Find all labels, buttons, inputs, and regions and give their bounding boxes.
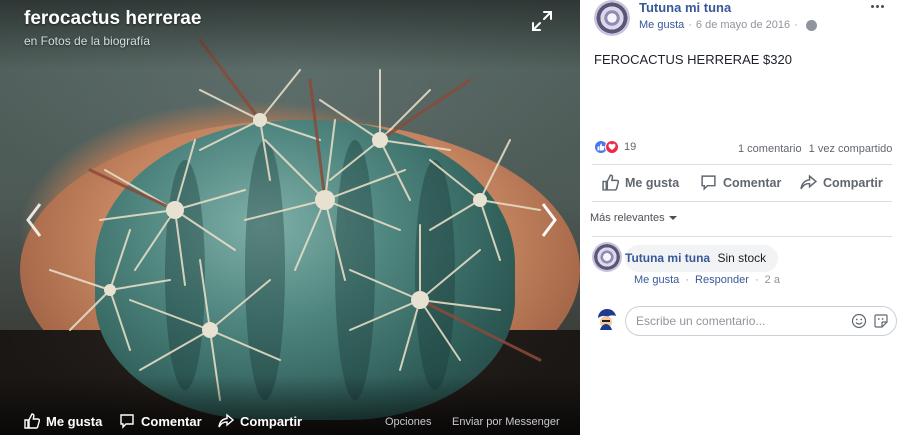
like-button-label: Me gusta (625, 175, 680, 190)
divider (592, 236, 892, 237)
comment-icon (120, 414, 134, 429)
shares-count-link[interactable]: 1 vez compartido (809, 143, 893, 155)
comment-icon (701, 175, 716, 191)
comment-button-label: Comentar (723, 175, 782, 190)
share-arrow-icon (218, 413, 234, 428)
post-meta: Me gusta · 6 de mayo de 2016 · (639, 19, 817, 31)
comment-sort-dropdown[interactable]: Más relevantes (590, 212, 677, 224)
engagement-counts: 1 comentario 1 vez compartido (738, 143, 892, 155)
photo-share-button[interactable]: Compartir (218, 413, 302, 429)
share-button[interactable]: Compartir (800, 174, 883, 191)
more-options-icon[interactable] (871, 0, 889, 12)
photo-share-label: Compartir (240, 413, 303, 429)
public-globe-icon (805, 19, 817, 31)
like-button[interactable]: Me gusta (602, 174, 679, 191)
reactions-summary[interactable]: 19 (594, 140, 636, 154)
comment-composer[interactable] (625, 306, 897, 336)
photo-options-link[interactable]: Opciones (385, 416, 431, 428)
next-photo-icon[interactable] (537, 200, 561, 240)
comment-author-link[interactable]: Tutuna mi tuna (625, 251, 710, 265)
page-name-link[interactable]: Tutuna mi tuna (639, 0, 731, 15)
emoji-icon[interactable] (851, 313, 867, 329)
thumbs-up-icon (602, 174, 619, 191)
photo-action-bar: Me gusta Comentar Compartir Opciones Env… (0, 410, 580, 435)
album-link[interactable]: en Fotos de la biografía (24, 34, 150, 48)
comment-text: Sin stock (717, 251, 767, 265)
fullscreen-icon[interactable] (531, 10, 553, 32)
photo-like-button[interactable]: Me gusta (24, 413, 102, 429)
comment-bubble: Tutuna mi tuna Sin stock (625, 245, 779, 272)
meta-separator: · (688, 19, 692, 31)
divider (592, 164, 892, 165)
comment-reply-link[interactable]: Responder (695, 274, 749, 286)
comment-like-link[interactable]: Me gusta (634, 274, 679, 286)
send-messenger-link[interactable]: Enviar por Messenger (452, 416, 560, 428)
current-user-avatar[interactable] (592, 306, 620, 334)
previous-photo-icon[interactable] (22, 200, 46, 240)
comment-sort-label: Más relevantes (590, 212, 665, 224)
chevron-down-icon (668, 216, 677, 220)
share-arrow-icon (800, 174, 817, 190)
sticker-icon[interactable] (873, 313, 889, 329)
comment-age[interactable]: 2 a (765, 274, 780, 286)
user-avatar-icon (592, 306, 620, 334)
photo-like-label: Me gusta (46, 413, 103, 429)
meta-separator: · (754, 274, 759, 286)
divider (592, 201, 892, 202)
photo-title[interactable]: ferocactus herrerae (24, 8, 201, 30)
comment-input[interactable] (636, 314, 836, 328)
share-button-label: Compartir (823, 175, 883, 190)
reaction-count: 19 (624, 141, 637, 153)
comment-author-avatar[interactable] (592, 242, 622, 272)
photo-viewer[interactable]: ferocactus herrerae en Fotos de la biogr… (0, 0, 580, 435)
comments-count-link[interactable]: 1 comentario (738, 143, 802, 155)
post-side-panel: Tutuna mi tuna Me gusta · 6 de mayo de 2… (580, 0, 898, 435)
comment-button[interactable]: Comentar (700, 174, 781, 191)
photo-comment-button[interactable]: Comentar (119, 413, 202, 429)
post-text: FEROCACTUS HERRERAE $320 (594, 52, 792, 67)
page-like-link[interactable]: Me gusta (639, 19, 684, 31)
love-reaction-icon (605, 140, 619, 154)
meta-separator: · (794, 19, 798, 31)
thumbs-up-icon (24, 413, 40, 429)
meta-separator: · (685, 274, 689, 286)
comment-actions: Me gusta · Responder · 2 a (634, 274, 780, 286)
photo-comment-label: Comentar (141, 413, 202, 429)
page-avatar[interactable] (594, 0, 630, 36)
post-action-bar: Me gusta Comentar Compartir (592, 168, 892, 200)
post-date[interactable]: 6 de mayo de 2016 (696, 19, 790, 31)
